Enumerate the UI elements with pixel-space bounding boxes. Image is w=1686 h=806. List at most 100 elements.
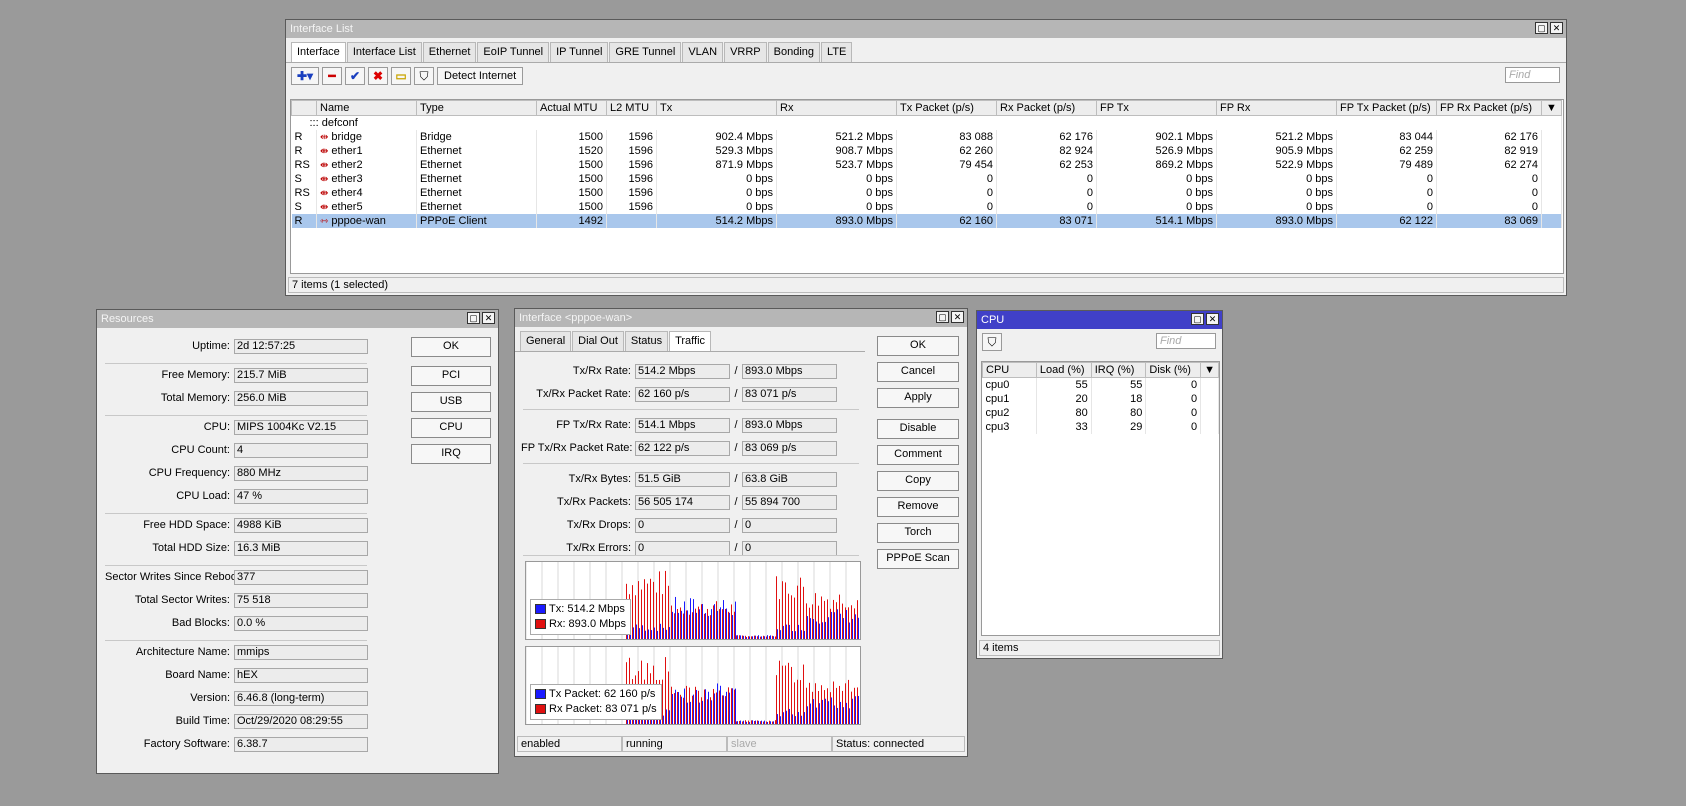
irq-button[interactable]: IRQ: [411, 444, 491, 464]
close-icon[interactable]: ✕: [1206, 313, 1219, 325]
tab-ethernet[interactable]: Ethernet: [422, 42, 477, 62]
column-header[interactable]: IRQ (%): [1090, 362, 1147, 378]
tab-lte[interactable]: LTE: [821, 42, 853, 62]
comment-button[interactable]: Comment: [877, 445, 959, 465]
filter-button[interactable]: ⛉: [982, 333, 1002, 351]
column-header[interactable]: FP Tx Packet (p/s): [1336, 100, 1437, 116]
cell-disk: 0: [1145, 420, 1202, 434]
resources-titlebar[interactable]: Resources ▢ ✕: [97, 310, 498, 328]
interface-list-titlebar[interactable]: Interface List ▢ ✕: [286, 20, 1566, 38]
tab-bonding[interactable]: Bonding: [767, 42, 821, 62]
table-row[interactable]: R ⇹ bridge Bridge 1500 1596 902.4 Mbps 521.2 Mb…: [291, 130, 1562, 144]
table-row[interactable]: cpu2 80 80 0: [982, 406, 1219, 420]
column-header[interactable]: [291, 100, 317, 116]
comment-button[interactable]: ▭: [391, 67, 411, 85]
table-row[interactable]: R ⇿ pppoe-wan PPPoE Client 1492 514.2 Mbps 893…: [291, 214, 1562, 228]
column-header[interactable]: FP Rx Packet (p/s): [1436, 100, 1542, 116]
tab-general[interactable]: General: [520, 331, 572, 351]
table-row[interactable]: S ⇼ ether3 Ethernet 1500 1596 0 bps 0 bps 0 0 0 bp…: [291, 172, 1562, 186]
cell-filler: [1541, 130, 1562, 144]
maximize-icon[interactable]: ▢: [936, 311, 949, 323]
column-header[interactable]: Tx: [656, 100, 777, 116]
column-header[interactable]: Load (%): [1035, 362, 1092, 378]
column-header[interactable]: Disk (%): [1145, 362, 1202, 378]
column-header[interactable]: Name: [316, 100, 417, 116]
add-button[interactable]: ✚▾: [291, 67, 319, 85]
tab-vlan[interactable]: VLAN: [682, 42, 724, 62]
columns-dropdown-icon[interactable]: ▼: [1541, 100, 1562, 116]
ok-button[interactable]: OK: [411, 337, 491, 357]
resource-value: Oct/29/2020 08:29:55: [234, 713, 368, 729]
close-icon[interactable]: ✕: [1550, 22, 1563, 34]
interface-titlebar[interactable]: Interface <pppoe-wan> ▢ ✕: [515, 309, 967, 327]
column-header[interactable]: Actual MTU: [536, 100, 607, 116]
tab-dial-out[interactable]: Dial Out: [572, 331, 624, 351]
rx-bar: [647, 583, 648, 639]
tx-bar: [693, 599, 694, 639]
close-icon[interactable]: ✕: [482, 312, 495, 324]
rx-value: 0: [742, 540, 837, 556]
tab-traffic[interactable]: Traffic: [669, 331, 712, 351]
column-header[interactable]: Rx Packet (p/s): [996, 100, 1097, 116]
column-header[interactable]: FP Rx: [1216, 100, 1337, 116]
cpu-button[interactable]: CPU: [411, 418, 491, 438]
column-header[interactable]: Tx Packet (p/s): [896, 100, 997, 116]
table-row[interactable]: cpu1 20 18 0: [982, 392, 1219, 406]
tx-bar: [816, 707, 817, 724]
close-icon[interactable]: ✕: [951, 311, 964, 323]
find-input[interactable]: Find: [1505, 67, 1560, 83]
copy-button[interactable]: Copy: [877, 471, 959, 491]
tab-ip-tunnel[interactable]: IP Tunnel: [550, 42, 609, 62]
tab-status[interactable]: Status: [624, 331, 669, 351]
tx-bar: [846, 610, 847, 639]
column-header[interactable]: FP Tx: [1096, 100, 1217, 116]
usb-button[interactable]: USB: [411, 392, 491, 412]
column-header[interactable]: Rx: [776, 100, 897, 116]
rx-bar: [722, 609, 723, 639]
table-row[interactable]: cpu0 55 55 0: [982, 377, 1219, 392]
table-row[interactable]: RS ⇼ ether4 Ethernet 1500 1596 0 bps 0 bps 0 0 0 b…: [291, 186, 1562, 200]
tab-interface-list[interactable]: Interface List: [346, 42, 422, 62]
traffic-label: Tx/Rx Drops:: [566, 519, 631, 531]
column-header[interactable]: L2 MTU: [606, 100, 657, 116]
ok-button[interactable]: OK: [877, 336, 959, 356]
maximize-icon[interactable]: ▢: [1535, 22, 1548, 34]
tab-gre-tunnel[interactable]: GRE Tunnel: [609, 42, 682, 62]
cell-amtu: 1500: [536, 186, 607, 200]
tx-bar: [681, 610, 682, 639]
tx-bar: [828, 701, 829, 724]
cancel-button[interactable]: Cancel: [877, 362, 959, 382]
remove-button[interactable]: ━: [322, 67, 342, 85]
maximize-icon[interactable]: ▢: [467, 312, 480, 324]
remove-button[interactable]: Remove: [877, 497, 959, 517]
traffic-label: FP Tx/Rx Rate:: [556, 419, 631, 431]
table-row[interactable]: cpu3 33 29 0: [982, 420, 1219, 434]
table-row[interactable]: R ⇼ ether1 Ethernet 1520 1596 529.3 Mbps 908.7 …: [291, 144, 1562, 158]
tab-vrrp[interactable]: VRRP: [724, 42, 767, 62]
tab-eoip-tunnel[interactable]: EoIP Tunnel: [477, 42, 550, 62]
tx-bar: [651, 630, 652, 639]
pppoe-scan-button[interactable]: PPPoE Scan: [877, 549, 959, 569]
tab-interface[interactable]: Interface: [291, 42, 346, 62]
detect-internet-button[interactable]: Detect Internet: [437, 67, 524, 85]
cell-fprxp: 83 069: [1436, 214, 1542, 228]
disable-button[interactable]: ✖: [368, 67, 388, 85]
maximize-icon[interactable]: ▢: [1191, 313, 1204, 325]
disable-button[interactable]: Disable: [877, 419, 959, 439]
table-row[interactable]: RS ⇼ ether2 Ethernet 1500 1596 871.9 Mbps 523.7…: [291, 158, 1562, 172]
columns-dropdown-icon[interactable]: ▼: [1200, 362, 1219, 378]
resource-label: Uptime:: [192, 340, 230, 352]
apply-button[interactable]: Apply: [877, 388, 959, 408]
filter-button[interactable]: ⛉: [414, 67, 434, 85]
rx-bar: [772, 635, 773, 639]
rx-bar: [821, 596, 822, 639]
table-row[interactable]: S ⇼ ether5 Ethernet 1500 1596 0 bps 0 bps 0 0 0 bp…: [291, 200, 1562, 214]
pci-button[interactable]: PCI: [411, 366, 491, 386]
torch-button[interactable]: Torch: [877, 523, 959, 543]
cpu-find-input[interactable]: Find: [1156, 333, 1216, 349]
cpu-titlebar[interactable]: CPU ▢ ✕: [977, 311, 1222, 329]
column-header[interactable]: CPU: [982, 362, 1037, 378]
column-header[interactable]: Type: [416, 100, 537, 116]
rx-bar: [713, 605, 714, 639]
enable-button[interactable]: ✔: [345, 67, 365, 85]
